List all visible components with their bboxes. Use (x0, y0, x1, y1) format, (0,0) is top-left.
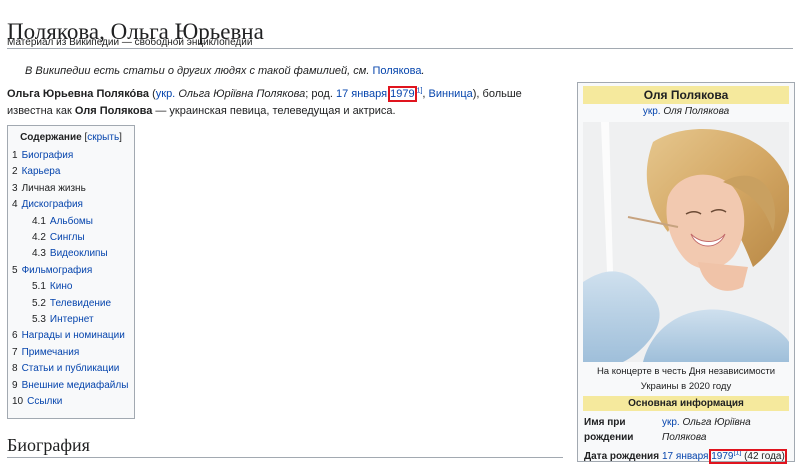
toc-item-number: 4.1 (32, 215, 46, 227)
infobox: Оля Полякова укр. Оля Полякова На концер… (577, 82, 795, 464)
toc-item-label[interactable]: Фильмография (22, 265, 93, 276)
infobox-photo[interactable] (583, 122, 789, 362)
toc-item-label[interactable]: Личная жизнь (22, 183, 86, 194)
lead-native-name: Ольга Юріївна Полякова (178, 88, 306, 100)
toc-item-number: 4.3 (32, 248, 46, 260)
hatnote: В Википедии есть статьи о других людях с… (25, 65, 425, 77)
toc-item-label[interactable]: Синглы (50, 232, 85, 243)
toc-item-label[interactable]: Биография (22, 150, 74, 161)
lead-birth-year-link[interactable]: 1979 (388, 86, 417, 102)
toc-item-label[interactable]: Телевидение (50, 298, 111, 309)
toc-item-number: 10 (12, 396, 24, 408)
toc-item[interactable]: 1 Биография (12, 148, 130, 164)
toc-bracket-close: ] (119, 132, 122, 143)
lead-birth-date-link[interactable]: 17 января (336, 88, 387, 100)
page-tagline: Материал из Википедии — свободной энцикл… (7, 37, 253, 48)
toc-item[interactable]: 5 Фильмография (12, 263, 130, 279)
section-heading-biography: Биография (7, 433, 563, 458)
lead-born-prefix: ; род. (305, 88, 333, 100)
toc-item-number: 2 (12, 166, 18, 178)
toc-item-label[interactable]: Дискография (22, 199, 83, 210)
toc-item[interactable]: 10 Ссылки (12, 394, 130, 410)
toc-item-label[interactable]: Карьера (22, 166, 61, 177)
infobox-caption: На концерте в честь Дня независимости Ук… (596, 366, 776, 392)
lead-rest: — украинская певица, телеведущая и актри… (152, 105, 396, 117)
toc-item-number: 9 (12, 379, 18, 391)
toc-item[interactable]: 2 Карьера (12, 164, 130, 180)
toc-item[interactable]: 5.3 Интернет (12, 312, 130, 328)
infobox-native-name: Оля Полякова (663, 106, 730, 117)
infobox-birth-name-lang-link[interactable]: укр. (662, 417, 680, 428)
infobox-value-birth-name: укр. Ольга Юріївна Полякова (662, 415, 791, 445)
toc-title: Содержание (20, 132, 82, 143)
toc-item-number: 3 (12, 182, 18, 194)
toc-item-label[interactable]: Интернет (50, 314, 94, 325)
infobox-native: укр. Оля Полякова (581, 104, 791, 120)
toc-item[interactable]: 4.2 Синглы (12, 230, 130, 246)
toc-item-number: 5.1 (32, 281, 46, 293)
toc-item[interactable]: 6 Награды и номинации (12, 328, 130, 344)
toc-item-number: 5.3 (32, 314, 46, 326)
toc-item-label[interactable]: Статьи и публикации (22, 363, 120, 374)
lead-comma: , (422, 88, 426, 100)
hatnote-end: . (421, 65, 425, 77)
toc-item-number: 4 (12, 199, 18, 211)
toc-item-number: 5.2 (32, 297, 46, 309)
lead-name: Ольга Юрьевна Поляко́ва (7, 88, 150, 100)
toc-item-label[interactable]: Видеоклипы (50, 248, 108, 259)
toc-item-label[interactable]: Альбомы (50, 216, 93, 227)
toc-item-number: 1 (12, 150, 18, 161)
singer-photo-illustration (583, 122, 789, 362)
infobox-section-title: Основная информация (583, 396, 789, 411)
toc-item-number: 7 (12, 346, 18, 358)
toc-toggle-link[interactable]: скрыть (87, 132, 119, 143)
toc-item-label[interactable]: Примечания (22, 347, 80, 358)
toc-item-label[interactable]: Ссылки (27, 396, 62, 407)
infobox-ref-link[interactable]: [1] (734, 450, 742, 457)
lead-stage-name: Оля Полякова (74, 105, 153, 117)
hatnote-text: В Википедии есть статьи о других людях с… (25, 65, 370, 77)
infobox-native-lang-link[interactable]: укр. (643, 106, 661, 117)
toc-item-number: 6 (12, 330, 18, 342)
toc-header: Содержание [скрыть] (12, 132, 130, 143)
lead-paren-open: ( (149, 88, 156, 100)
toc-item[interactable]: 3 Личная жизнь (12, 181, 130, 197)
toc-list: 1 Биография 2 Карьера 3 Личная жизнь 4 Дискогра… (12, 148, 130, 411)
infobox-name: Оля Полякова (583, 86, 789, 104)
toc-item[interactable]: 4.3 Видеоклипы (12, 246, 130, 262)
toc-item[interactable]: 4 Дискография (12, 197, 130, 213)
infobox-label-birth-name: Имя при рождении (584, 417, 634, 443)
toc-item-number: 5 (12, 264, 18, 276)
toc-item-number: 8 (12, 363, 18, 375)
hatnote-link[interactable]: Полякова (372, 65, 421, 77)
toc-item-label[interactable]: Кино (50, 281, 73, 292)
toc-item-label[interactable]: Внешние медиафайлы (22, 380, 129, 391)
toc-item[interactable]: 9 Внешние медиафайлы (12, 378, 130, 394)
toc-item-label[interactable]: Награды и номинации (22, 330, 125, 341)
lead-paragraph: Ольга Юрьевна Поляко́ва (укр. Ольга Юрії… (7, 86, 563, 120)
infobox-row-birth-name: Имя при рождении укр. Ольга Юріївна Поля… (581, 415, 791, 445)
toc-item-number: 4.2 (32, 232, 46, 244)
toc-item[interactable]: 5.1 Кино (12, 279, 130, 295)
toc-item[interactable]: 5.2 Телевидение (12, 296, 130, 312)
lead-lang-link[interactable]: укр. (156, 88, 176, 100)
toc-item[interactable]: 4.1 Альбомы (12, 214, 130, 230)
lead-city-link[interactable]: Винница (429, 88, 473, 100)
toc-item[interactable]: 8 Статьи и публикации (12, 361, 130, 377)
toc-item[interactable]: 7 Примечания (12, 345, 130, 361)
table-of-contents: Содержание [скрыть] 1 Биография 2 Карьера 3 Л… (7, 125, 135, 419)
